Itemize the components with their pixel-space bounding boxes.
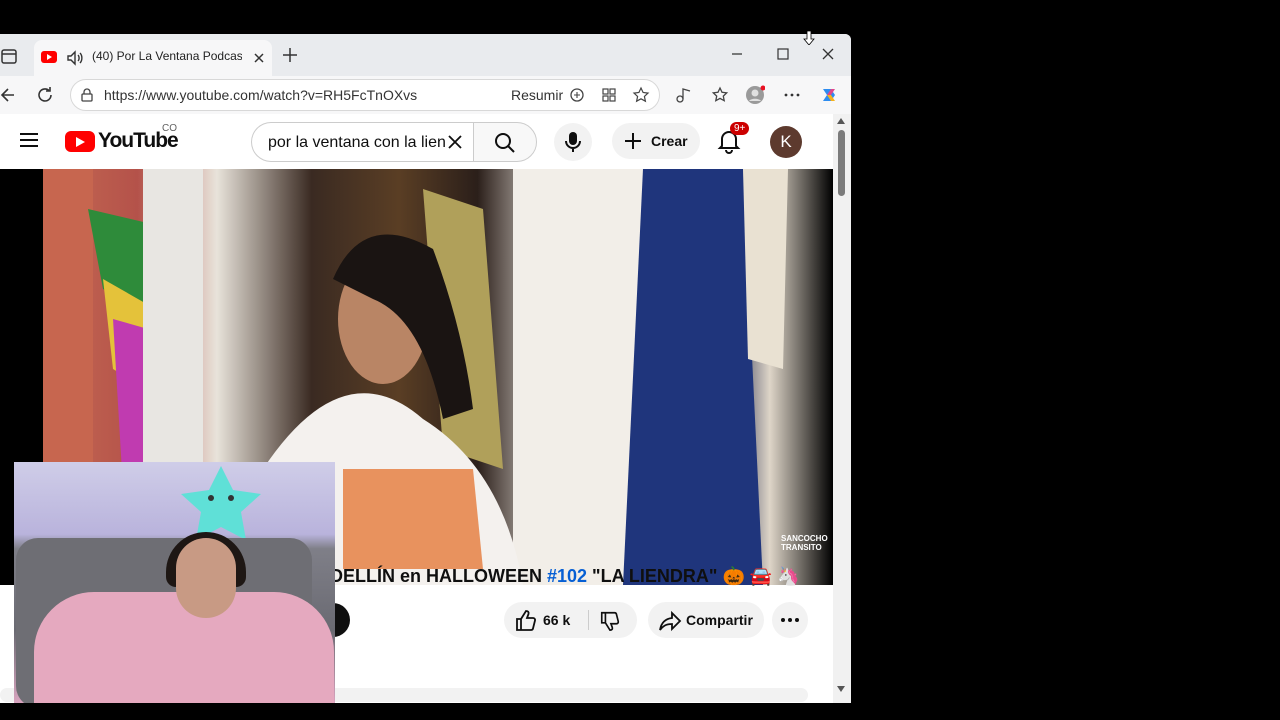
- maximize-icon[interactable]: [771, 44, 795, 64]
- profile-icon[interactable]: [745, 85, 765, 105]
- copilot-icon[interactable]: [819, 85, 839, 105]
- close-tab-icon[interactable]: [250, 49, 268, 67]
- search-input[interactable]: por la ventana con la lien: [251, 122, 474, 162]
- share-label: Compartir: [686, 612, 753, 628]
- page-scrollbar[interactable]: [833, 114, 851, 703]
- translate-icon[interactable]: [568, 86, 586, 104]
- close-window-icon[interactable]: [816, 44, 840, 64]
- microphone-icon: [565, 132, 581, 152]
- video-title: DELLÍN en HALLOWEEN #102 "LA LIENDRA" 🎃 …: [330, 566, 800, 587]
- share-icon: [659, 610, 682, 632]
- avatar[interactable]: K: [770, 126, 802, 158]
- lock-icon[interactable]: [79, 87, 95, 103]
- summarize-button[interactable]: Resumir: [511, 87, 563, 103]
- plus-icon: [625, 133, 641, 149]
- voice-search-button[interactable]: [554, 123, 592, 161]
- new-tab-icon[interactable]: [280, 45, 300, 65]
- more-horizontal-icon: [781, 618, 799, 622]
- video-watermark: SANCOCHO TRANSITO: [781, 534, 828, 552]
- tab-strip: (40) Por La Ventana Podcast: [0, 34, 851, 76]
- search-button[interactable]: [473, 122, 537, 162]
- search-icon: [495, 133, 515, 153]
- scroll-thumb[interactable]: [838, 130, 845, 196]
- back-icon[interactable]: [0, 83, 22, 107]
- more-actions-button[interactable]: [772, 602, 808, 638]
- active-tab[interactable]: (40) Por La Ventana Podcast: [34, 40, 272, 76]
- media-control-icon[interactable]: [674, 85, 694, 105]
- address-bar[interactable]: https://www.youtube.com/watch?v=RH5FcTnO…: [70, 79, 660, 111]
- like-icon[interactable]: [514, 609, 538, 633]
- video-title-prefix: DELLÍN en HALLOWEEN: [330, 566, 547, 586]
- search-query[interactable]: por la ventana con la lien: [268, 134, 446, 152]
- dislike-icon[interactable]: [598, 610, 622, 632]
- like-divider: [588, 610, 589, 630]
- webcam-overlay: [14, 462, 335, 703]
- like-count[interactable]: 66 k: [543, 612, 570, 628]
- tab-title: (40) Por La Ventana Podcast: [92, 49, 242, 63]
- create-label: Crear: [651, 133, 688, 149]
- face: [176, 538, 236, 618]
- scroll-up-icon[interactable]: [837, 118, 845, 124]
- menu-icon[interactable]: [19, 132, 39, 148]
- clear-search-icon[interactable]: [446, 133, 464, 151]
- share-button[interactable]: Compartir: [648, 602, 764, 638]
- more-options-icon[interactable]: [782, 85, 802, 105]
- country-code: CO: [162, 123, 177, 134]
- hashtag-link[interactable]: #102: [547, 566, 587, 586]
- create-button[interactable]: Crear: [612, 123, 700, 159]
- apps-icon[interactable]: [600, 86, 618, 104]
- youtube-header: YouTube CO por la ventana con la lien Cr…: [0, 114, 834, 169]
- favorite-star-icon[interactable]: [632, 86, 650, 104]
- video-title-suffix: "LA LIENDRA" 🎃 🚘 🦄: [587, 566, 800, 586]
- mouse-cursor-icon: [803, 31, 815, 45]
- reload-icon[interactable]: [33, 83, 57, 107]
- minimize-icon[interactable]: [725, 44, 749, 64]
- youtube-play-icon: [65, 131, 95, 152]
- notifications-badge: 9+: [730, 122, 750, 135]
- tab-actions-icon[interactable]: [0, 46, 20, 66]
- scroll-down-icon[interactable]: [837, 686, 845, 692]
- like-dislike-group: 66 k: [504, 602, 637, 638]
- youtube-favicon-icon: [41, 51, 57, 63]
- star-plush-icon: [181, 466, 261, 540]
- speaker-icon[interactable]: [65, 48, 85, 68]
- browser-toolbar: https://www.youtube.com/watch?v=RH5FcTnO…: [0, 76, 851, 114]
- favorites-icon[interactable]: [710, 85, 730, 105]
- url-text[interactable]: https://www.youtube.com/watch?v=RH5FcTnO…: [104, 87, 417, 103]
